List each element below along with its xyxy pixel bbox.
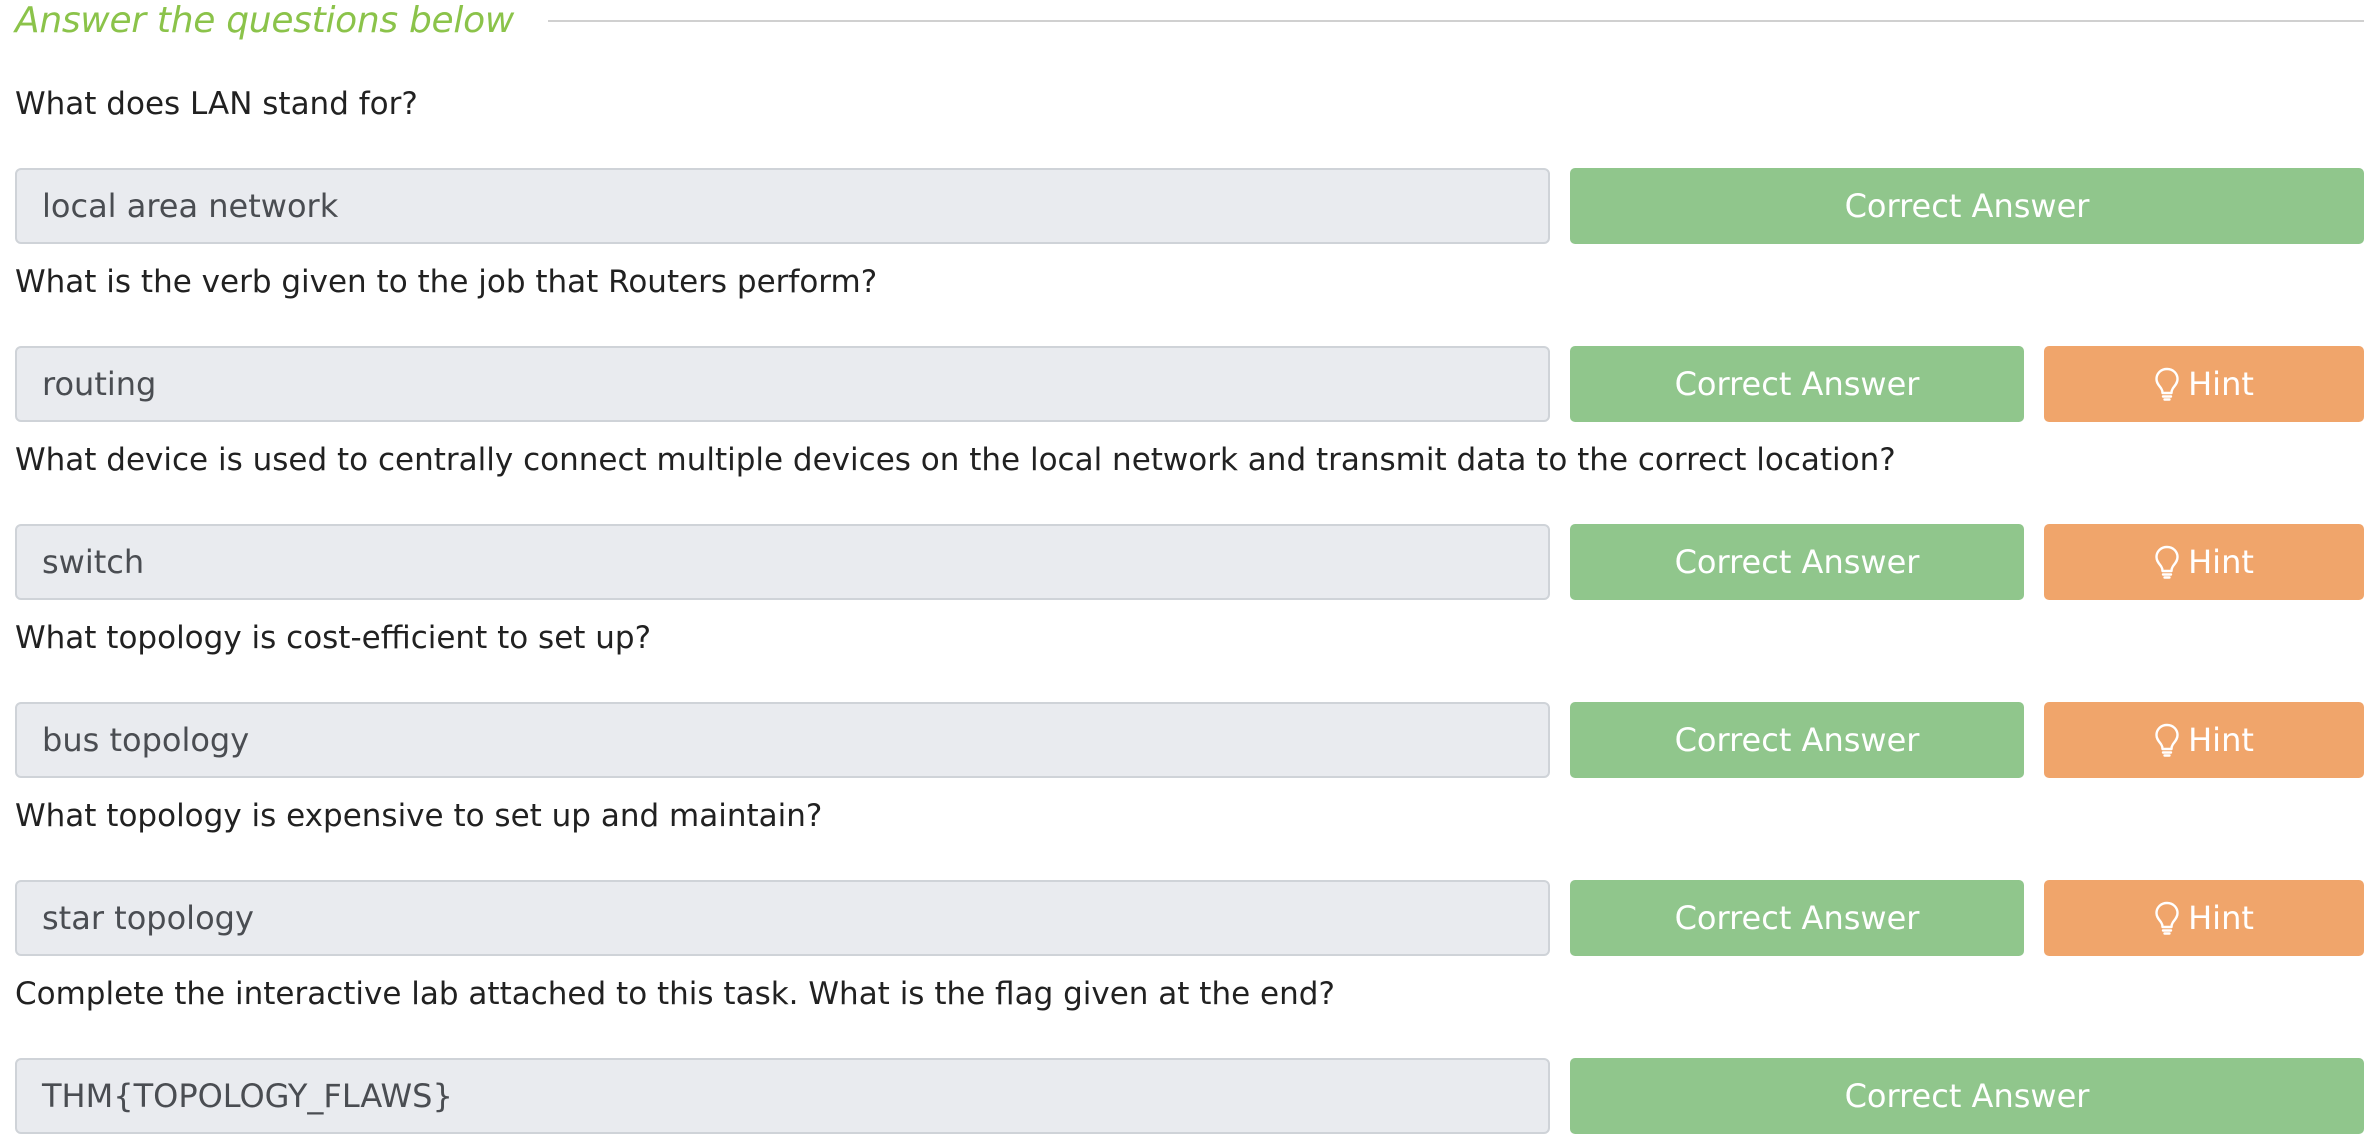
answer-row: THM{TOPOLOGY_FLAWS} Correct Answer [15,1058,2364,1134]
answer-field[interactable]: THM{TOPOLOGY_FLAWS} [15,1058,1550,1134]
answer-field[interactable]: local area network [15,168,1550,244]
correct-answer-button[interactable]: Correct Answer [1570,1058,2364,1134]
answer-row: star topology Correct Answer Hint [15,880,2364,956]
lightbulb-icon [2154,545,2180,579]
lightbulb-icon [2154,901,2180,935]
question-text: What does LAN stand for? [15,86,418,122]
question-block: What does LAN stand for? local area netw… [15,84,2364,244]
lightbulb-icon [2154,367,2180,401]
answer-field[interactable]: switch [15,524,1550,600]
hint-label: Hint [2188,365,2254,403]
question-text: What is the verb given to the job that R… [15,264,878,300]
hint-label: Hint [2188,721,2254,759]
question-text: Complete the interactive lab attached to… [15,976,1335,1012]
correct-answer-button[interactable]: Correct Answer [1570,346,2024,422]
hint-button[interactable]: Hint [2044,524,2364,600]
correct-answer-button[interactable]: Correct Answer [1570,702,2024,778]
answer-row: bus topology Correct Answer Hint [15,702,2364,778]
correct-answer-button[interactable]: Correct Answer [1570,880,2024,956]
answer-field[interactable]: routing [15,346,1550,422]
question-block: What topology is expensive to set up and… [15,796,2364,956]
question-text: What topology is cost-efficient to set u… [15,620,652,656]
lightbulb-icon [2154,723,2180,757]
section-title: Answer the questions below [15,0,514,41]
question-block: Complete the interactive lab attached to… [15,974,2364,1134]
correct-answer-button[interactable]: Correct Answer [1570,524,2024,600]
hint-label: Hint [2188,899,2254,937]
question-text: What device is used to centrally connect… [15,442,1896,478]
hint-button[interactable]: Hint [2044,880,2364,956]
hint-button[interactable]: Hint [2044,702,2364,778]
answer-row: switch Correct Answer Hint [15,524,2364,600]
question-text: What topology is expensive to set up and… [15,798,823,834]
question-block: What topology is cost-efficient to set u… [15,618,2364,778]
hint-label: Hint [2188,543,2254,581]
answer-field[interactable]: star topology [15,880,1550,956]
hint-button[interactable]: Hint [2044,346,2364,422]
answer-field[interactable]: bus topology [15,702,1550,778]
answer-row: routing Correct Answer Hint [15,346,2364,422]
answer-row: local area network Correct Answer [15,168,2364,244]
question-block: What is the verb given to the job that R… [15,262,2364,422]
correct-answer-button[interactable]: Correct Answer [1570,168,2364,244]
questions-panel: Answer the questions below What does LAN… [0,0,2379,1139]
section-header: Answer the questions below [15,0,2364,41]
section-divider [547,20,2364,22]
question-block: What device is used to centrally connect… [15,440,2364,600]
